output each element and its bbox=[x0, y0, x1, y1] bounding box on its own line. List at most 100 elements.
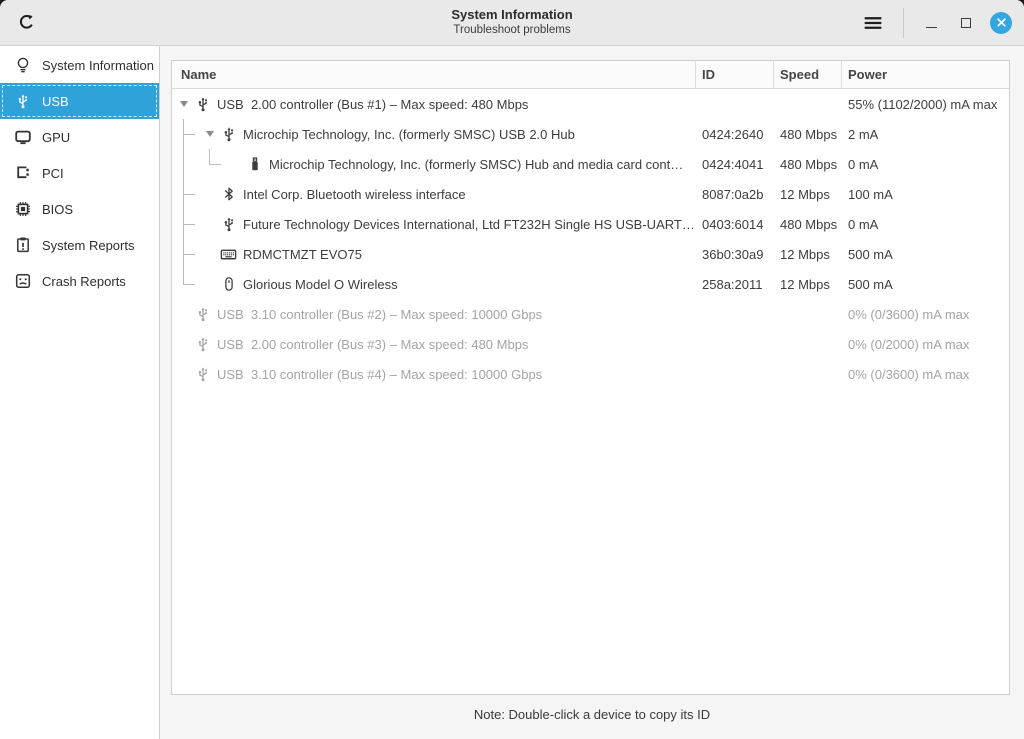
table-row[interactable]: USB 3.10 controller (Bus #2) – Max speed… bbox=[172, 299, 1009, 329]
sidebar-item-pci[interactable]: PCI bbox=[0, 155, 159, 191]
device-power: 2 mA bbox=[848, 126, 879, 142]
sidebar: System Information USB GPU PCI BIOS System Re… bbox=[0, 46, 160, 739]
device-speed: 12 Mbps bbox=[780, 186, 830, 202]
device-name: USB 3.10 controller (Bus #4) – Max speed… bbox=[217, 366, 543, 382]
titlebar[interactable]: System Information Troubleshoot problems bbox=[0, 0, 1024, 46]
device-power: 0 mA bbox=[848, 156, 879, 172]
table-row[interactable]: Intel Corp. Bluetooth wireless interface… bbox=[172, 179, 1009, 209]
menu-button[interactable] bbox=[857, 7, 889, 39]
device-speed: 480 Mbps bbox=[780, 216, 838, 232]
usb-icon bbox=[220, 126, 237, 143]
device-name-cell: RDMCTMZT EVO75 bbox=[172, 239, 696, 269]
table-row[interactable]: USB 2.00 controller (Bus #1) – Max speed… bbox=[172, 89, 1009, 119]
expander-icon[interactable] bbox=[176, 96, 192, 112]
device-name: USB 2.00 controller (Bus #3) – Max speed… bbox=[217, 336, 529, 352]
table-body: USB 2.00 controller (Bus #1) – Max speed… bbox=[172, 89, 1009, 694]
device-id: 0403:6014 bbox=[702, 216, 764, 232]
chip-icon bbox=[13, 200, 32, 219]
device-name: Glorious Model O Wireless bbox=[243, 276, 398, 292]
device-name-cell: USB 2.00 controller (Bus #1) – Max speed… bbox=[172, 89, 696, 119]
sidebar-item-label: BIOS bbox=[42, 201, 74, 217]
window-title-area: System Information Troubleshoot problems bbox=[312, 6, 712, 37]
close-icon bbox=[990, 11, 1012, 34]
maximize-icon bbox=[961, 17, 971, 28]
maximize-button[interactable] bbox=[953, 10, 979, 36]
device-name: Microchip Technology, Inc. (formerly SMS… bbox=[243, 126, 575, 142]
table-header: Name ID Speed Power bbox=[172, 61, 1009, 89]
minimize-icon bbox=[925, 26, 937, 28]
tree-connector bbox=[176, 239, 202, 269]
device-name-cell: USB 3.10 controller (Bus #2) – Max speed… bbox=[172, 299, 696, 329]
device-id: 8087:0a2b bbox=[702, 186, 764, 202]
column-header-speed[interactable]: Speed bbox=[774, 61, 842, 88]
sidebar-item-label: PCI bbox=[42, 165, 64, 181]
app-window: System Information Troubleshoot problems bbox=[0, 0, 1024, 739]
sidebar-item-system-reports[interactable]: System Reports bbox=[0, 227, 159, 263]
tree-connector bbox=[176, 149, 202, 179]
menu-icon bbox=[863, 13, 883, 33]
sidebar-item-label: System Information bbox=[42, 57, 154, 73]
column-header-power[interactable]: Power bbox=[842, 61, 1009, 88]
device-name: USB 3.10 controller (Bus #2) – Max speed… bbox=[217, 306, 543, 322]
main-panel: Name ID Speed Power USB 2.00 controller … bbox=[160, 46, 1024, 739]
device-power: 500 mA bbox=[848, 246, 893, 262]
device-table: Name ID Speed Power USB 2.00 controller … bbox=[171, 60, 1010, 695]
device-power: 0 mA bbox=[848, 216, 879, 232]
device-name: RDMCTMZT EVO75 bbox=[243, 246, 362, 262]
window-subtitle: Troubleshoot problems bbox=[453, 24, 571, 36]
table-row[interactable]: Microchip Technology, Inc. (formerly SMS… bbox=[172, 149, 1009, 179]
minimize-button[interactable] bbox=[918, 10, 944, 36]
table-row[interactable]: USB 2.00 controller (Bus #3) – Max speed… bbox=[172, 329, 1009, 359]
device-power: 0% (0/2000) mA max bbox=[848, 336, 970, 352]
column-header-name[interactable]: Name bbox=[172, 61, 696, 88]
device-power: 100 mA bbox=[848, 186, 893, 202]
device-speed: 480 Mbps bbox=[780, 126, 838, 142]
table-row[interactable]: Future Technology Devices International,… bbox=[172, 209, 1009, 239]
device-id: 258a:2011 bbox=[702, 276, 763, 292]
usb-icon bbox=[194, 96, 211, 113]
keyboard-icon bbox=[220, 246, 237, 263]
table-row[interactable]: RDMCTMZT EVO75 36b0:30a9 12 Mbps 500 mA bbox=[172, 239, 1009, 269]
sidebar-item-crash-reports[interactable]: Crash Reports bbox=[0, 263, 159, 299]
sidebar-item-usb[interactable]: USB bbox=[0, 83, 159, 119]
device-speed: 12 Mbps bbox=[780, 276, 830, 292]
close-button[interactable] bbox=[988, 10, 1014, 36]
tree-connector bbox=[176, 179, 202, 209]
tree-connector bbox=[176, 119, 202, 149]
device-name-cell: USB 3.10 controller (Bus #4) – Max speed… bbox=[172, 359, 696, 389]
device-id: 0424:2640 bbox=[702, 126, 764, 142]
usb-icon bbox=[220, 216, 237, 233]
expander-icon[interactable] bbox=[202, 126, 218, 142]
sidebar-item-bios[interactable]: BIOS bbox=[0, 191, 159, 227]
device-power: 0% (0/3600) mA max bbox=[848, 306, 970, 322]
column-header-id[interactable]: ID bbox=[696, 61, 774, 88]
usb-icon bbox=[194, 366, 211, 383]
table-row[interactable]: Microchip Technology, Inc. (formerly SMS… bbox=[172, 119, 1009, 149]
sidebar-item-gpu[interactable]: GPU bbox=[0, 119, 159, 155]
device-name: Intel Corp. Bluetooth wireless interface bbox=[243, 186, 466, 202]
device-name-cell: USB 2.00 controller (Bus #3) – Max speed… bbox=[172, 329, 696, 359]
device-power: 55% (1102/2000) mA max bbox=[848, 96, 998, 112]
pci-icon bbox=[13, 164, 32, 183]
sidebar-item-system-information[interactable]: System Information bbox=[0, 47, 159, 83]
sidebar-item-label: USB bbox=[42, 93, 69, 109]
usb-icon bbox=[194, 306, 211, 323]
tree-connector bbox=[176, 209, 202, 239]
device-power: 0% (0/3600) mA max bbox=[848, 366, 970, 382]
tree-connector bbox=[176, 269, 202, 299]
device-id: 36b0:30a9 bbox=[702, 246, 764, 262]
device-name: Future Technology Devices International,… bbox=[243, 216, 695, 232]
sidebar-item-label: GPU bbox=[42, 129, 71, 145]
monitor-icon bbox=[13, 128, 32, 147]
device-name-cell: Microchip Technology, Inc. (formerly SMS… bbox=[172, 149, 696, 179]
table-row[interactable]: USB 3.10 controller (Bus #4) – Max speed… bbox=[172, 359, 1009, 389]
refresh-button[interactable] bbox=[10, 7, 42, 39]
device-power: 500 mA bbox=[848, 276, 893, 292]
sidebar-item-label: Crash Reports bbox=[42, 273, 126, 289]
table-row[interactable]: Glorious Model O Wireless 258a:2011 12 Mbp… bbox=[172, 269, 1009, 299]
titlebar-separator bbox=[903, 7, 904, 38]
device-name-cell: Microchip Technology, Inc. (formerly SMS… bbox=[172, 119, 696, 149]
clipboard-icon bbox=[13, 236, 32, 255]
sad-face-icon bbox=[13, 272, 32, 291]
device-id: 0424:4041 bbox=[702, 156, 764, 172]
